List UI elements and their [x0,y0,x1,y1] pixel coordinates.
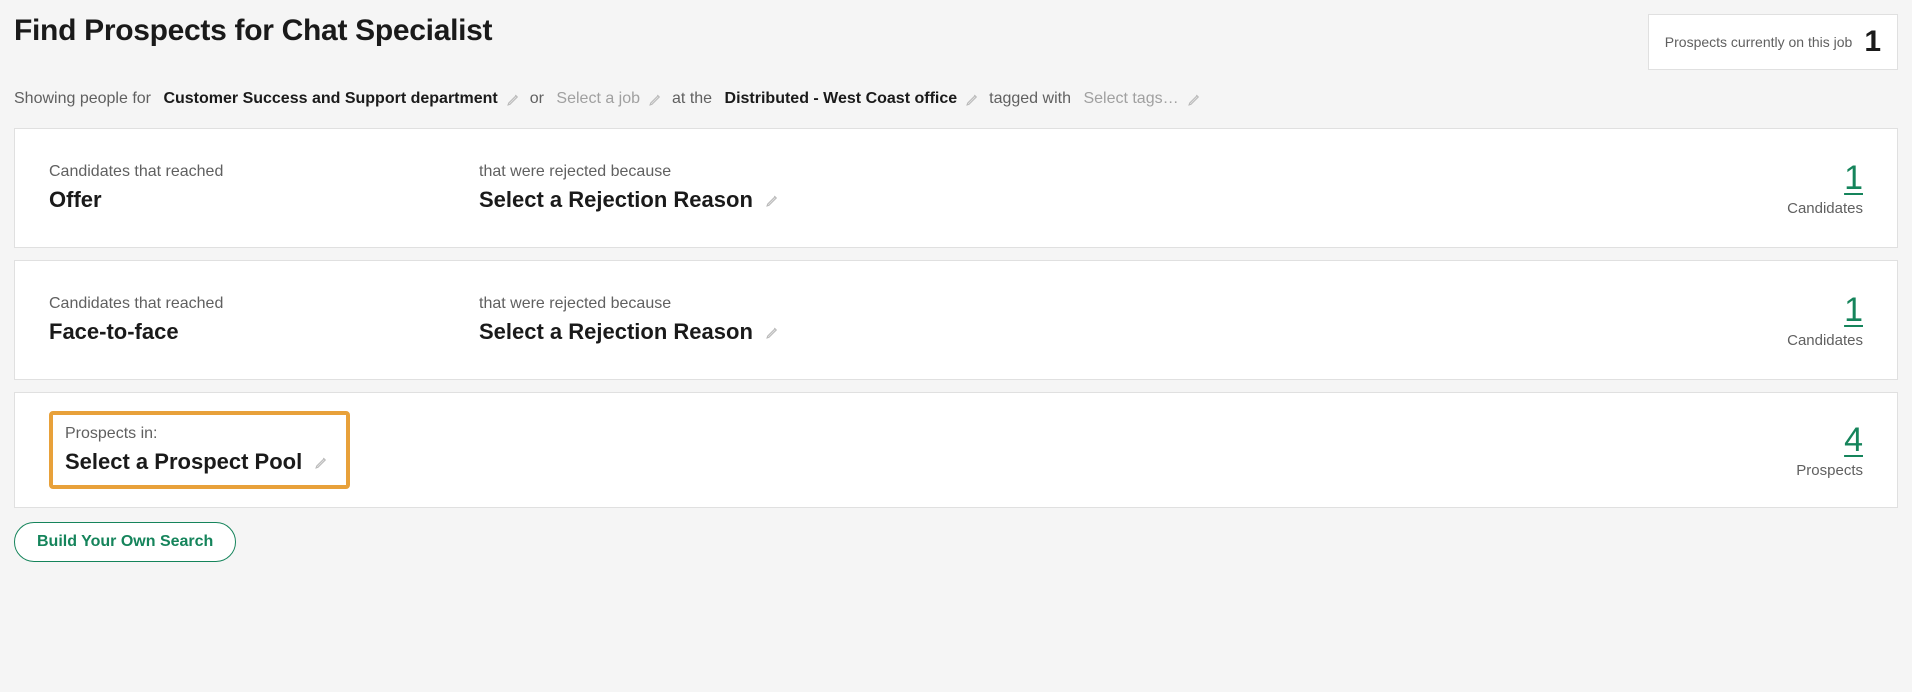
edit-reason-icon[interactable] [765,192,781,208]
filter-job-placeholder[interactable]: Select a job [556,90,640,108]
edit-reason-icon[interactable] [765,324,781,340]
stage-value: Face-to-face [49,319,479,345]
edit-office-icon[interactable] [965,91,981,107]
filter-prefix: Showing people for [14,90,151,108]
candidate-count[interactable]: 1 [1783,291,1863,330]
filter-department: Customer Success and Support department [163,90,497,108]
prospect-count-label: Prospects [1783,462,1863,479]
page-title: Find Prospects for Chat Specialist [14,14,492,48]
prospect-count[interactable]: 4 [1783,421,1863,460]
filter-office: Distributed - West Coast office [725,90,958,108]
reason-value[interactable]: Select a Rejection Reason [479,319,1783,345]
prospect-pool-value[interactable]: Select a Prospect Pool [65,449,334,475]
filter-or: or [530,90,544,108]
candidate-count-label: Candidates [1783,332,1863,349]
stage-label: Candidates that reached [49,163,479,181]
candidate-count-label: Candidates [1783,200,1863,217]
stage-label: Candidates that reached [49,295,479,313]
prospect-card: Prospects in: Select a Prospect Pool 4 P… [14,392,1898,508]
candidate-count[interactable]: 1 [1783,159,1863,198]
prospect-pool-label: Prospects in: [65,425,334,443]
filter-tags-placeholder[interactable]: Select tags… [1083,90,1178,108]
edit-prospect-pool-icon[interactable] [314,454,330,470]
prospects-badge-count: 1 [1864,25,1881,59]
edit-tags-icon[interactable] [1187,91,1203,107]
prospects-badge: Prospects currently on this job 1 [1648,14,1898,70]
reason-label: that were rejected because [479,163,1783,181]
filter-bar: Showing people for Customer Success and … [14,90,1898,108]
reason-value[interactable]: Select a Rejection Reason [479,187,1783,213]
filter-tagged-with: tagged with [989,90,1071,108]
edit-job-icon[interactable] [648,91,664,107]
build-search-button[interactable]: Build Your Own Search [14,522,236,562]
prospect-pool-highlight: Prospects in: Select a Prospect Pool [49,411,350,489]
prospects-badge-label: Prospects currently on this job [1665,34,1853,50]
candidate-card: Candidates that reached Face-to-face tha… [14,260,1898,380]
reason-label: that were rejected because [479,295,1783,313]
stage-value: Offer [49,187,479,213]
filter-at-the: at the [672,90,712,108]
edit-department-icon[interactable] [506,91,522,107]
candidate-card: Candidates that reached Offer that were … [14,128,1898,248]
